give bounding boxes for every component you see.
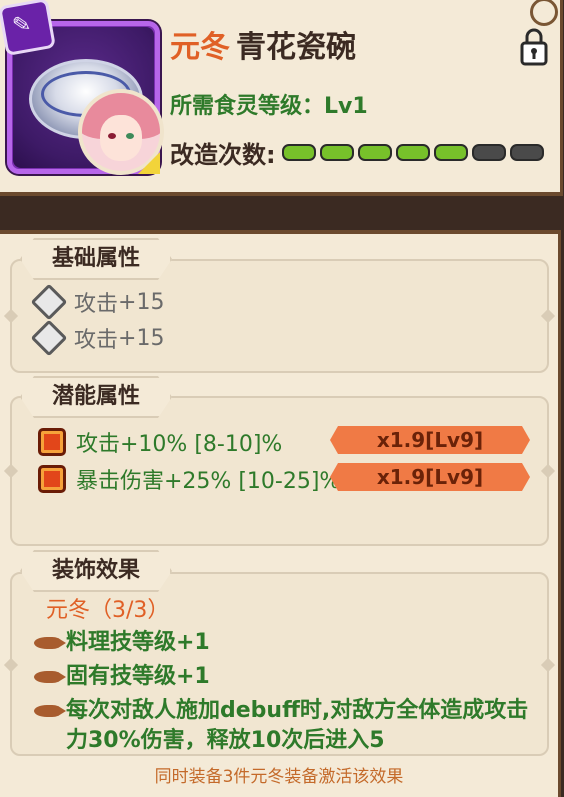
base-stat-label: 攻击 [74, 292, 119, 317]
required-level-row: 所需食灵等级：Lv1 [170, 88, 368, 120]
item-header-panel: ✎ 元冬 青花瓷碗 所需食灵等级：Lv1 改造次数: [0, 0, 563, 196]
potential-stat-row: 暴击伤害+25% [10-25]% [38, 463, 340, 495]
fish-icon [34, 637, 66, 649]
pip-filled [433, 144, 468, 161]
rarity-corner-marker [138, 152, 160, 174]
base-stat-row: 攻击 +15 [30, 319, 165, 357]
required-level-value: Lv1 [324, 94, 368, 119]
potential-attributes-tab: 潜能属性 [20, 376, 172, 418]
item-title-name: 青花瓷碗 [236, 30, 356, 65]
set-effect-row: 每次对敌人施加debuff时,对敌方全体造成攻击力30%伤害，释放10次后进入5 [34, 696, 534, 756]
red-gem-icon [38, 465, 66, 493]
fish-icon [34, 705, 66, 717]
pip-empty [509, 144, 544, 161]
base-stat-value: +15 [118, 289, 165, 315]
pip-filled [357, 144, 392, 161]
pip-empty [471, 144, 506, 161]
lock-icon[interactable] [520, 26, 548, 66]
modify-count-label: 改造次数: [170, 141, 276, 169]
set-activation-note: 同时装备3件元冬装备激活该效果 [154, 767, 404, 787]
multiplier-tag: x1.9[Lv9] [330, 426, 530, 454]
decor-effects-tab: 装饰效果 [20, 550, 172, 592]
set-effect-text: 每次对敌人施加debuff时,对敌方全体造成攻击力30%伤害，释放10次后进入5 [66, 698, 529, 753]
potential-stat-label: 暴击伤害+25% [10-25]% [76, 469, 341, 494]
pip-filled [281, 144, 316, 161]
pip-filled [319, 144, 354, 161]
modify-count-row: 改造次数: [170, 135, 544, 170]
multiplier-tag: x1.9[Lv9] [330, 463, 530, 491]
item-title: 元冬 青花瓷碗 [170, 28, 356, 68]
potential-stat-row: 攻击+10% [8-10]% [38, 426, 282, 458]
required-level-label: 所需食灵等级： [170, 94, 325, 119]
base-stat-row: 攻击 +15 [30, 283, 165, 321]
fish-icon [34, 671, 66, 683]
base-stat-label: 攻击 [74, 328, 119, 353]
red-gem-icon [38, 428, 66, 456]
modify-count-pips [281, 144, 544, 161]
base-attributes-tab: 基础属性 [20, 238, 172, 280]
set-name: 元冬（3/3） [46, 598, 170, 623]
set-effect-text: 固有技等级+1 [66, 664, 210, 689]
pip-filled [395, 144, 430, 161]
grey-gem-icon [30, 283, 68, 321]
grey-gem-icon [30, 319, 68, 357]
frame-corner-ornament [530, 0, 558, 26]
potential-stat-label: 攻击+10% [8-10]% [76, 432, 283, 457]
spatula-icon: ✎ [0, 0, 56, 56]
set-effect-row: 料理技等级+1 [34, 628, 534, 658]
base-stat-value: +15 [118, 325, 165, 351]
item-title-prefix: 元冬 [170, 30, 230, 65]
set-effect-text: 料理技等级+1 [66, 630, 210, 655]
attribute-panel: 基础属性 攻击 +15 攻击 +15 潜能属性 攻击+10% [8-10]% x1.… [0, 230, 561, 797]
set-effect-row: 固有技等级+1 [34, 662, 534, 692]
